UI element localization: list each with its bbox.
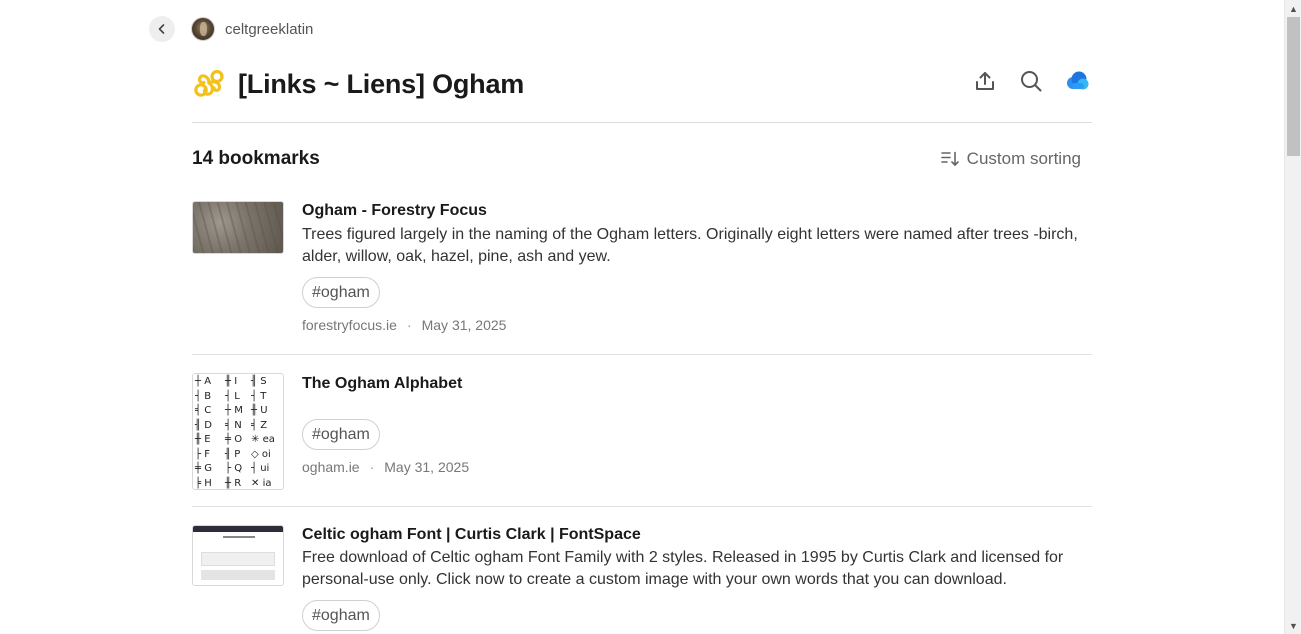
triskele-icon	[194, 69, 224, 97]
cloud-icon	[1067, 71, 1089, 90]
cloud-button[interactable]	[1064, 68, 1090, 94]
search-icon	[1021, 71, 1042, 92]
separator-dot: ·	[369, 459, 375, 475]
bookmark-title[interactable]: Ogham - Forestry Focus	[302, 200, 1092, 222]
bookmark-domain[interactable]: forestryfocus.ie	[302, 317, 397, 333]
separator-dot: ·	[406, 317, 412, 333]
top-bar: celtgreeklatin	[149, 16, 313, 42]
collection-header: [Links ~ Liens] Ogham	[192, 62, 1092, 106]
back-button[interactable]	[149, 16, 175, 42]
fontspace-page-preview	[193, 526, 283, 585]
username-link[interactable]: celtgreeklatin	[225, 21, 313, 38]
tag-chip[interactable]: #ogham	[302, 419, 380, 450]
bookmark-description: Trees figured largely in the naming of t…	[302, 226, 1078, 265]
bookmark-title[interactable]: Celtic ogham Font | Curtis Clark | FontS…	[302, 524, 1092, 546]
bookmark-thumbnail[interactable]	[192, 525, 284, 586]
ogham-alphabet-image: ┼ A ┤ B ╡ C ╢ D ╫ E ├ F ╪ G ╞ H ╫ I ┤ L …	[193, 374, 283, 489]
bookmark-meta: forestryfocus.ie · May 31, 2025	[302, 317, 1092, 333]
bookmark-title[interactable]: The Ogham Alphabet	[302, 373, 1092, 395]
avatar[interactable]	[191, 17, 215, 41]
chevron-left-icon	[158, 24, 165, 34]
tag-chip[interactable]: #ogham	[302, 600, 380, 631]
bookmark-thumbnail[interactable]	[192, 201, 284, 254]
bookmark-meta: ogham.ie · May 31, 2025	[302, 459, 1092, 475]
page-title: [Links ~ Liens] Ogham	[238, 68, 525, 99]
sort-icon	[940, 151, 959, 166]
list-toolbar: 14 bookmarks Custom sorting	[192, 146, 1092, 172]
search-button[interactable]	[1018, 68, 1044, 94]
header-actions	[972, 68, 1090, 94]
scrollbar-thumb[interactable]	[1287, 17, 1300, 156]
bookmark-thumbnail[interactable]: ┼ A ┤ B ╡ C ╢ D ╫ E ├ F ╪ G ╞ H ╫ I ┤ L …	[192, 373, 284, 490]
bookmark-date: May 31, 2025	[384, 459, 470, 475]
stone-photo	[193, 202, 283, 253]
sorting-button[interactable]: Custom sorting	[940, 149, 1081, 169]
bookmark-date: May 31, 2025	[421, 317, 507, 333]
page-scrollbar[interactable]: ▲ ▼	[1284, 0, 1301, 634]
bookmark-description: Free download of Celtic ogham Font Famil…	[302, 549, 1064, 588]
sorting-label: Custom sorting	[966, 149, 1081, 168]
header-divider	[192, 122, 1092, 123]
bookmark-divider	[192, 506, 1092, 507]
bookmark-divider	[192, 354, 1092, 355]
tag-chip[interactable]: #ogham	[302, 277, 380, 308]
bookmark-domain[interactable]: ogham.ie	[302, 459, 360, 475]
share-upload-icon	[976, 72, 994, 90]
bookmark-count: 14 bookmarks	[192, 148, 320, 169]
scroll-up-arrow-icon[interactable]: ▲	[1285, 0, 1301, 17]
scroll-down-arrow-icon[interactable]: ▼	[1285, 617, 1301, 634]
share-button[interactable]	[972, 68, 998, 94]
